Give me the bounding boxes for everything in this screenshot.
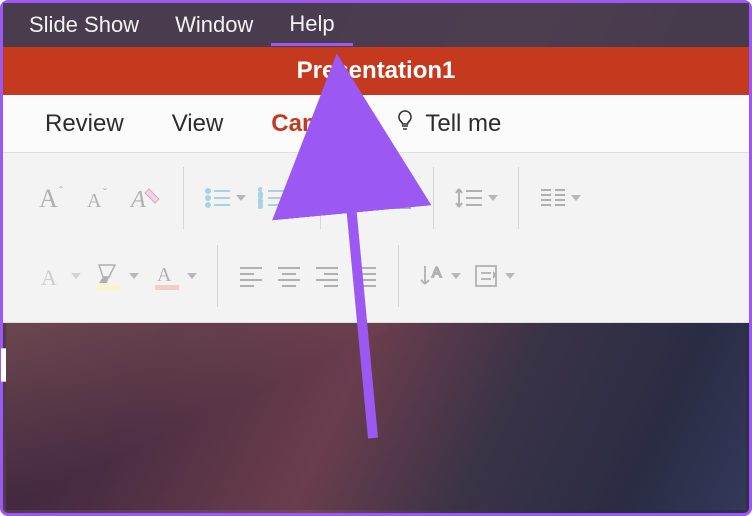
svg-text:A: A <box>41 265 57 289</box>
align-text-button[interactable] <box>467 255 521 297</box>
document-title: Presentation1 <box>297 57 456 85</box>
svg-text:A: A <box>129 187 146 213</box>
align-left-button[interactable] <box>232 255 270 297</box>
clear-formatting-button[interactable]: A <box>123 177 169 219</box>
separator <box>433 167 434 229</box>
window-titlebar: Presentation1 <box>3 47 749 95</box>
text-highlight-button[interactable] <box>87 255 145 297</box>
menu-help[interactable]: Help <box>271 5 352 46</box>
numbering-button[interactable]: 123 <box>252 177 306 219</box>
decrease-font-size-button[interactable]: Aˇ <box>77 177 123 219</box>
ribbon: Aˆ Aˇ A 123 <box>3 153 749 323</box>
separator <box>518 167 519 229</box>
align-justify-button[interactable] <box>346 255 384 297</box>
svg-text:A: A <box>157 264 172 286</box>
font-style-button[interactable]: A <box>31 255 87 297</box>
svg-text:ˇ: ˇ <box>103 186 107 200</box>
text-direction-button[interactable]: A <box>413 255 467 297</box>
tell-me[interactable]: Tell me <box>383 102 511 145</box>
svg-text:3: 3 <box>258 201 263 210</box>
tab-camera[interactable]: Camera <box>247 104 383 144</box>
font-color-button[interactable]: A <box>145 255 203 297</box>
menu-window[interactable]: Window <box>157 6 271 44</box>
bullets-button[interactable] <box>198 177 252 219</box>
lightbulb-icon <box>393 108 417 139</box>
slide-canvas[interactable] <box>6 323 746 510</box>
increase-indent-button[interactable] <box>377 177 419 219</box>
tab-view[interactable]: View <box>148 104 248 144</box>
line-spacing-button[interactable] <box>448 177 504 219</box>
separator <box>183 167 184 229</box>
svg-text:ˆ: ˆ <box>59 184 63 198</box>
svg-text:A: A <box>432 264 442 280</box>
menu-slide-show[interactable]: Slide Show <box>11 6 157 44</box>
app-menubar: Slide Show Window Help <box>3 3 749 47</box>
columns-button[interactable] <box>533 177 587 219</box>
separator <box>320 167 321 229</box>
svg-text:A: A <box>87 190 102 212</box>
separator <box>398 245 399 307</box>
align-center-button[interactable] <box>270 255 308 297</box>
slide-background <box>6 323 746 510</box>
align-right-button[interactable] <box>308 255 346 297</box>
increase-font-size-button[interactable]: Aˆ <box>31 177 77 219</box>
ribbon-tabs: Review View Camera Tell me <box>3 95 749 153</box>
svg-text:A: A <box>39 184 58 213</box>
tab-review[interactable]: Review <box>21 104 148 144</box>
decrease-indent-button[interactable] <box>335 177 377 219</box>
separator <box>217 245 218 307</box>
tell-me-label: Tell me <box>425 110 501 138</box>
